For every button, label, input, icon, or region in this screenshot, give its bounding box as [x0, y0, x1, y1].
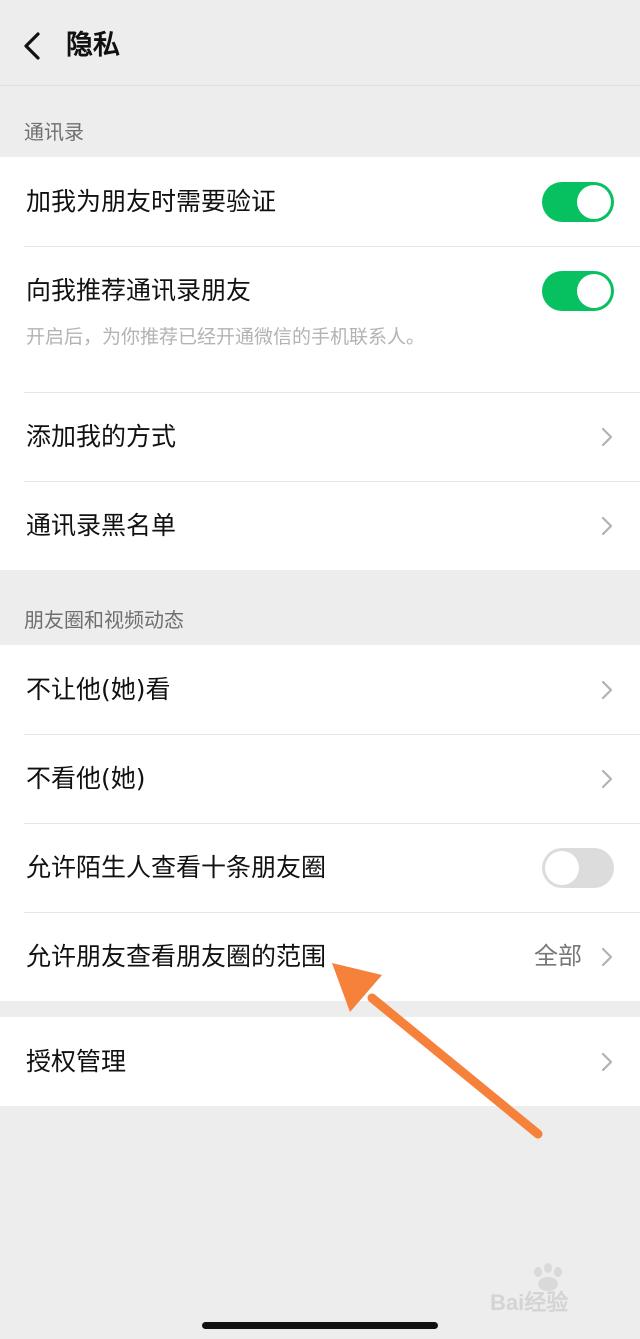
chevron-right-icon	[601, 1052, 613, 1072]
row-contacts-blacklist[interactable]: 通讯录黑名单	[0, 481, 640, 570]
row-label: 不让他(她)看	[26, 675, 171, 704]
chevron-right-icon	[601, 516, 613, 536]
top-bar: 隐私	[0, 0, 640, 86]
back-arrow-icon[interactable]	[18, 26, 48, 66]
verification-toggle[interactable]	[542, 182, 614, 222]
row-value: 全部	[534, 942, 582, 970]
chevron-right-icon	[601, 680, 613, 700]
row-label: 加我为朋友时需要验证	[26, 187, 277, 216]
watermark-text: Bai经验	[490, 1290, 568, 1315]
auth-group: 授权管理	[0, 1017, 640, 1106]
recommend-contacts-toggle[interactable]	[542, 271, 614, 311]
section-label-moments: 朋友圈和视频动态	[24, 608, 184, 632]
row-recommend-contacts[interactable]: 向我推荐通讯录朋友 开启后，为你推荐已经开通微信的手机联系人。	[0, 246, 640, 392]
section-label-contacts: 通讯录	[24, 120, 84, 144]
row-hide-their-posts[interactable]: 不看他(她)	[0, 734, 640, 823]
row-label: 通讯录黑名单	[26, 511, 177, 540]
row-friends-visible-range[interactable]: 允许朋友查看朋友圈的范围 全部	[0, 912, 640, 1001]
chevron-right-icon	[601, 427, 613, 447]
row-authorization-management[interactable]: 授权管理	[0, 1017, 640, 1106]
row-label: 不看他(她)	[26, 764, 146, 793]
toggle-knob	[545, 851, 579, 885]
baidu-jingyan-watermark-logo: Bai经验	[490, 1263, 568, 1315]
row-label: 允许陌生人查看十条朋友圈	[26, 853, 327, 882]
page-title: 隐私	[66, 30, 120, 61]
toggle-knob	[577, 274, 611, 308]
row-description: 开启后，为你推荐已经开通微信的手机联系人。	[26, 326, 426, 348]
row-label: 授权管理	[26, 1047, 127, 1076]
chevron-right-icon	[601, 947, 613, 967]
row-add-me-methods[interactable]: 添加我的方式	[0, 392, 640, 481]
row-hide-my-posts[interactable]: 不让他(她)看	[0, 645, 640, 734]
row-require-verification[interactable]: 加我为朋友时需要验证	[0, 157, 640, 246]
moments-group: 不让他(她)看 不看他(她) 允许陌生人查看十条朋友圈 允许朋友查看朋友圈的范围…	[0, 645, 640, 1001]
toggle-knob	[577, 185, 611, 219]
row-label: 添加我的方式	[26, 422, 177, 451]
chevron-right-icon	[601, 769, 613, 789]
row-strangers-view-ten[interactable]: 允许陌生人查看十条朋友圈	[0, 823, 640, 912]
contacts-group: 加我为朋友时需要验证 向我推荐通讯录朋友 开启后，为你推荐已经开通微信的手机联系…	[0, 157, 640, 570]
strangers-view-toggle[interactable]	[542, 848, 614, 888]
row-label: 允许朋友查看朋友圈的范围	[26, 942, 327, 971]
home-indicator	[202, 1322, 438, 1329]
